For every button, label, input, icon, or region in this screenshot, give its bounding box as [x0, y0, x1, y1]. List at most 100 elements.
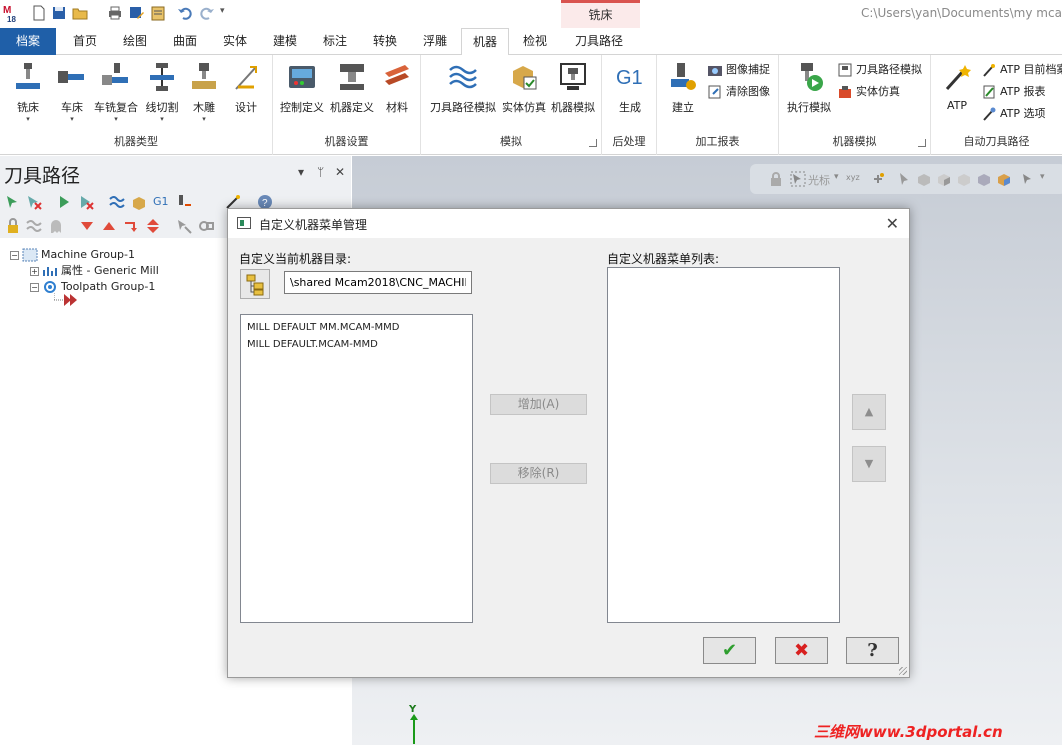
tree-node-machine-group[interactable]: − Machine Group-1: [10, 247, 135, 263]
tab-toolpaths[interactable]: 刀具路径: [565, 28, 633, 55]
atp-current-file-button[interactable]: ATP 目前档案: [981, 61, 1062, 81]
material-button[interactable]: 材料: [379, 61, 415, 115]
add-button[interactable]: 增加(A): [490, 394, 587, 415]
tree-node-toolpath-group[interactable]: − Toolpath Group-1: [30, 279, 155, 295]
insert-arrow-marker-icon[interactable]: [54, 293, 82, 307]
atp-options-button[interactable]: ATP 选项: [981, 105, 1046, 125]
verify-small-icon[interactable]: [130, 193, 148, 211]
design-button[interactable]: 设计: [228, 61, 264, 115]
dropdown-arrow-icon[interactable]: ▾: [834, 172, 839, 182]
directory-input[interactable]: [284, 271, 472, 294]
tab-relief[interactable]: 浮雕: [414, 28, 456, 55]
custom-menu-list[interactable]: [607, 267, 840, 623]
clear-images-button[interactable]: 清除图像: [707, 83, 770, 103]
tab-transform[interactable]: 转换: [364, 28, 406, 55]
dialog-titlebar[interactable]: 自定义机器菜单管理 ✕: [228, 209, 909, 238]
print-icon[interactable]: [106, 4, 124, 22]
tab-model[interactable]: 建模: [264, 28, 306, 55]
cursor-label[interactable]: 光标: [808, 172, 830, 188]
resize-grip-icon[interactable]: [899, 667, 907, 675]
save-icon[interactable]: [50, 4, 68, 22]
post-generate-button[interactable]: G1 生成: [610, 61, 650, 115]
select-edge-icon[interactable]: [956, 171, 972, 187]
machine-files-list[interactable]: MILL DEFAULT MM.MCAM-MMD MILL DEFAULT.MC…: [240, 314, 473, 623]
collapse-icon[interactable]: −: [30, 282, 39, 292]
xyz-input-icon[interactable]: xyz: [846, 173, 860, 182]
remove-button[interactable]: 移除(R): [490, 463, 587, 484]
select-arrow-icon[interactable]: [896, 171, 912, 187]
lock-icon[interactable]: [768, 171, 784, 187]
tab-annotate[interactable]: 标注: [314, 28, 356, 55]
deselect-operations-icon[interactable]: [25, 193, 43, 211]
close-icon[interactable]: ✕: [886, 214, 899, 233]
ghost-icon[interactable]: [47, 217, 65, 235]
tab-machine[interactable]: 机器: [461, 28, 509, 56]
close-panel-icon[interactable]: ✕: [335, 165, 345, 179]
list-item[interactable]: MILL DEFAULT MM.MCAM-MMD: [247, 319, 466, 336]
tree-node-properties[interactable]: + 属性 - Generic Mill: [30, 263, 159, 279]
select-filter-icon[interactable]: [175, 217, 193, 235]
image-capture-button[interactable]: 图像捕捉: [707, 61, 770, 81]
tab-home[interactable]: 首页: [64, 28, 106, 55]
pin-icon[interactable]: ᛘ: [317, 165, 324, 179]
regenerate-all-icon[interactable]: [56, 193, 74, 211]
undo-icon[interactable]: [176, 4, 194, 22]
toggle-display-icon[interactable]: [25, 217, 43, 235]
cancel-button[interactable]: ✖: [775, 637, 828, 664]
router-button[interactable]: 木雕 ▾: [186, 61, 222, 123]
link-icon[interactable]: [197, 217, 215, 235]
properties-icon[interactable]: [149, 4, 167, 22]
machine-definition-button[interactable]: 机器定义: [328, 61, 376, 115]
ok-button[interactable]: ✔: [703, 637, 756, 664]
atp-button[interactable]: ATP: [939, 61, 975, 112]
tab-draw[interactable]: 绘图: [114, 28, 156, 55]
expand-icon[interactable]: +: [30, 266, 39, 276]
customize-dropdown-icon[interactable]: ▾: [220, 6, 225, 16]
backplot-icon[interactable]: [108, 193, 126, 211]
verify-button[interactable]: 实体仿真: [500, 61, 548, 115]
save-as-icon[interactable]: [127, 4, 145, 22]
expand-collapse-icon[interactable]: [144, 217, 162, 235]
post-g1-icon[interactable]: G1: [153, 193, 173, 211]
sim-toolpath-button[interactable]: 刀具路径模拟: [837, 61, 922, 81]
toolpath-simulation-button[interactable]: 刀具路径模拟: [427, 61, 499, 115]
list-item[interactable]: MILL DEFAULT.MCAM-MMD: [247, 336, 466, 353]
tab-view[interactable]: 检视: [514, 28, 556, 55]
tab-file[interactable]: 档案: [0, 28, 56, 55]
move-up-button[interactable]: ▲: [852, 394, 886, 430]
move-down-button[interactable]: ▼: [852, 446, 886, 482]
create-report-button[interactable]: 建立: [663, 61, 703, 115]
select-face-icon[interactable]: [936, 171, 952, 187]
mill-button[interactable]: 铣床 ▾: [8, 61, 48, 123]
snap-settings-icon[interactable]: [870, 171, 886, 187]
regenerate-dirty-icon[interactable]: [77, 193, 95, 211]
move-down-icon[interactable]: [78, 217, 96, 235]
high-feed-icon[interactable]: [175, 193, 193, 211]
open-folder-icon[interactable]: [71, 4, 89, 22]
tab-surface[interactable]: 曲面: [164, 28, 206, 55]
new-file-icon[interactable]: [30, 4, 48, 22]
redo-icon[interactable]: [198, 4, 216, 22]
panel-menu-icon[interactable]: ▾: [298, 165, 304, 179]
wire-button[interactable]: 线切割 ▾: [142, 61, 182, 123]
lock-icon[interactable]: [4, 217, 22, 235]
browse-directory-button[interactable]: [240, 269, 270, 299]
selection-options-icon[interactable]: [1020, 171, 1036, 187]
sim-verify-button[interactable]: 实体仿真: [837, 83, 900, 103]
select-feature-icon[interactable]: [996, 171, 1012, 187]
mill-turn-button[interactable]: 车铣复合 ▾: [92, 61, 140, 123]
collapse-icon[interactable]: −: [10, 250, 19, 260]
move-up-icon[interactable]: [100, 217, 118, 235]
lathe-button[interactable]: 车床 ▾: [52, 61, 92, 123]
control-definition-button[interactable]: 控制定义: [278, 61, 326, 115]
help-button[interactable]: ?: [846, 637, 899, 664]
tab-solid[interactable]: 实体: [214, 28, 256, 55]
machine-simulation-button[interactable]: 机器模拟: [549, 61, 597, 115]
dropdown-arrow-icon[interactable]: ▾: [1040, 172, 1045, 182]
atp-report-button[interactable]: ATP 报表: [981, 83, 1046, 103]
insert-arrow-icon[interactable]: [122, 217, 140, 235]
run-simulation-button[interactable]: 执行模拟: [784, 61, 834, 115]
cursor-snap-icon[interactable]: [790, 171, 806, 187]
select-solid-icon[interactable]: [916, 171, 932, 187]
select-all-operations-icon[interactable]: [4, 193, 22, 211]
